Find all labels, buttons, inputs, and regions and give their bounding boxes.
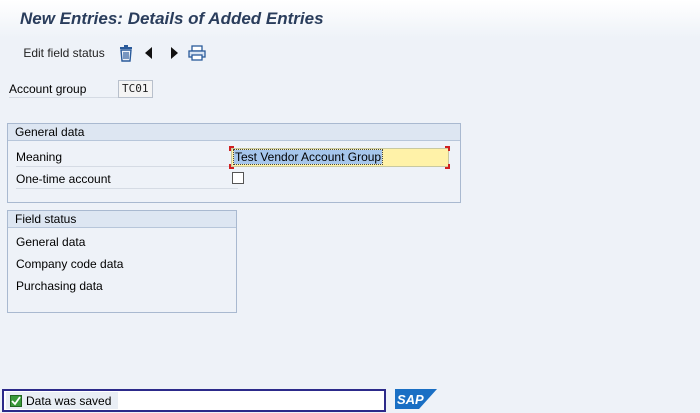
field-status-general-data[interactable]: General data <box>16 235 85 249</box>
one-time-account-label: One-time account <box>16 172 238 189</box>
field-status-company-code-data[interactable]: Company code data <box>16 257 123 271</box>
success-check-icon <box>10 394 22 407</box>
required-marker <box>229 164 234 169</box>
print-icon <box>188 45 206 61</box>
general-data-heading: General data <box>8 124 460 141</box>
meaning-field[interactable]: Test Vendor Account Group <box>231 148 449 167</box>
required-marker <box>445 146 450 151</box>
next-entry-icon <box>171 47 178 59</box>
svg-text:SAP: SAP <box>397 392 424 407</box>
delete-button[interactable] <box>116 38 136 68</box>
main-content: Account group TC01 General data Meaning … <box>0 70 700 386</box>
account-group-field[interactable]: TC01 <box>118 80 153 98</box>
previous-entry-button[interactable] <box>142 38 156 68</box>
general-data-group: General data Meaning Test Vendor Account… <box>7 123 461 203</box>
required-marker <box>445 164 450 169</box>
status-message-text: Data was saved <box>26 393 112 408</box>
account-group-label: Account group <box>9 82 119 98</box>
field-status-group: Field status General data Company code d… <box>7 210 237 313</box>
next-entry-button[interactable] <box>167 38 181 68</box>
title-bar: New Entries: Details of Added Entries <box>0 0 700 38</box>
required-marker <box>229 146 234 151</box>
one-time-account-checkbox[interactable] <box>232 172 244 184</box>
meaning-value: Test Vendor Account Group <box>232 149 384 165</box>
status-message-box[interactable]: Data was saved <box>2 389 386 412</box>
status-message: Data was saved <box>6 392 118 409</box>
application-toolbar: Edit field status <box>0 38 700 70</box>
edit-field-status-button[interactable]: Edit field status <box>14 38 114 68</box>
meaning-label: Meaning <box>16 150 238 167</box>
sap-logo: SAP <box>395 389 437 409</box>
delete-icon <box>120 44 132 62</box>
print-button[interactable] <box>186 38 208 68</box>
page-title: New Entries: Details of Added Entries <box>20 9 324 28</box>
previous-entry-icon <box>145 47 152 59</box>
field-status-purchasing-data[interactable]: Purchasing data <box>16 279 103 293</box>
field-status-heading: Field status <box>8 211 236 228</box>
status-bar: Data was saved SAP <box>0 386 700 413</box>
